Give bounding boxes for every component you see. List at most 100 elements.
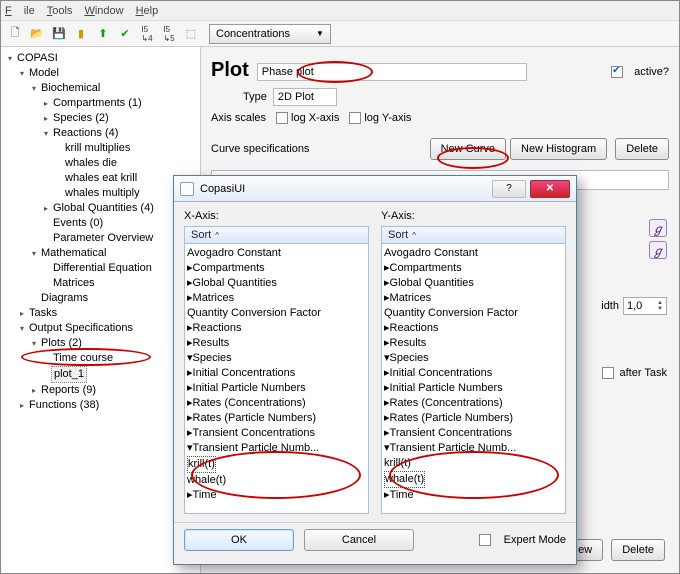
- y-item-transp[interactable]: Transient Particle Numb...: [390, 441, 517, 456]
- x-item-initpart[interactable]: Initial Particle Numbers: [193, 381, 306, 396]
- tree-r2[interactable]: whales die: [63, 156, 119, 171]
- export-icon[interactable]: ⬆: [93, 24, 113, 44]
- is1-icon[interactable]: I5↳4: [137, 24, 157, 44]
- logy-label: log Y-axis: [364, 112, 411, 124]
- y-item-compartments[interactable]: Compartments: [390, 261, 462, 276]
- tree-tasks[interactable]: Tasks: [27, 306, 59, 321]
- after-task-checkbox[interactable]: [602, 367, 614, 379]
- logx-checkbox[interactable]: [276, 112, 288, 124]
- y-item-results[interactable]: Results: [390, 336, 427, 351]
- yaxis-sort-header[interactable]: Sort^: [381, 226, 566, 244]
- close-button[interactable]: ✕: [530, 180, 570, 198]
- y-item-initconc[interactable]: Initial Concentrations: [390, 366, 493, 381]
- delete-button[interactable]: Delete: [611, 539, 665, 561]
- help-button[interactable]: ?: [492, 180, 526, 198]
- y-item-qcf[interactable]: Quantity Conversion Factor: [384, 306, 518, 321]
- y-item-ratesp[interactable]: Rates (Particle Numbers): [390, 411, 513, 426]
- check-icon[interactable]: ✔: [115, 24, 135, 44]
- tree-reports[interactable]: Reports (9): [39, 383, 98, 398]
- x-item-species[interactable]: Species: [193, 351, 232, 366]
- y-item-matrices[interactable]: Matrices: [390, 291, 432, 306]
- menu-help[interactable]: Help: [136, 5, 159, 17]
- width-spinner[interactable]: 1,0▲▼: [623, 297, 667, 315]
- concentration-select[interactable]: Concentrations ▼: [209, 24, 331, 44]
- dialog-titlebar[interactable]: CopasiUI ? ✕: [174, 176, 576, 202]
- concentration-label: Concentrations: [216, 28, 290, 40]
- x-item-qcf[interactable]: Quantity Conversion Factor: [187, 306, 321, 321]
- y-item-time[interactable]: Time: [390, 488, 414, 503]
- yaxis-list[interactable]: Avogadro Constant ▸Compartments ▸Global …: [381, 244, 566, 514]
- tree-biochemical[interactable]: Biochemical: [39, 81, 102, 96]
- x-item-globalq[interactable]: Global Quantities: [193, 276, 277, 291]
- tree-species[interactable]: Species (2): [51, 111, 111, 126]
- xaxis-sort-header[interactable]: Sort^: [184, 226, 369, 244]
- delete-curve-button[interactable]: Delete: [615, 138, 669, 160]
- y-item-species[interactable]: Species: [390, 351, 429, 366]
- y-item-avogadro[interactable]: Avogadro Constant: [384, 246, 478, 261]
- tree-compartments[interactable]: Compartments (1): [51, 96, 144, 111]
- xaxis-list[interactable]: Avogadro Constant ▸Compartments ▸Global …: [184, 244, 369, 514]
- menu-window[interactable]: Window: [84, 5, 123, 17]
- y-item-reactions[interactable]: Reactions: [390, 321, 439, 336]
- tree-reactions[interactable]: Reactions (4): [51, 126, 120, 141]
- tree-model[interactable]: Model: [27, 66, 61, 81]
- nav-tree[interactable]: ▾COPASI ▾Model ▾Biochemical ▸Compartment…: [1, 47, 201, 573]
- open-icon[interactable]: 📂: [27, 24, 47, 44]
- tree-paramover[interactable]: Parameter Overview: [51, 231, 155, 246]
- x-item-avogadro[interactable]: Avogadro Constant: [187, 246, 281, 261]
- type-input[interactable]: [273, 88, 337, 106]
- tree-mathematical[interactable]: Mathematical: [39, 246, 108, 261]
- y-item-initpart[interactable]: Initial Particle Numbers: [390, 381, 503, 396]
- y-item-ratesc[interactable]: Rates (Concentrations): [390, 396, 503, 411]
- y-item-whale[interactable]: whale(t): [384, 471, 425, 488]
- new-curve-button[interactable]: New Curve: [430, 138, 506, 160]
- cancel-button[interactable]: Cancel: [304, 529, 414, 551]
- tree-plots[interactable]: Plots (2): [39, 336, 84, 351]
- x-item-reactions[interactable]: Reactions: [193, 321, 242, 336]
- x-item-time[interactable]: Time: [193, 488, 217, 503]
- logy-checkbox[interactable]: [349, 112, 361, 124]
- x-item-ratesp[interactable]: Rates (Particle Numbers): [193, 411, 316, 426]
- x-item-transp[interactable]: Transient Particle Numb...: [193, 441, 320, 456]
- x-item-krill[interactable]: krill(t): [187, 456, 216, 473]
- tree-events[interactable]: Events (0): [51, 216, 105, 231]
- x-item-whale[interactable]: whale(t): [187, 473, 226, 488]
- new-histogram-button[interactable]: New Histogram: [510, 138, 607, 160]
- y-item-krill[interactable]: krill(t): [384, 456, 411, 471]
- tree-globalq[interactable]: Global Quantities (4): [51, 201, 156, 216]
- save-icon[interactable]: 💾: [49, 24, 69, 44]
- tree-diagrams[interactable]: Diagrams: [39, 291, 90, 306]
- plot-heading: Plot: [211, 59, 249, 82]
- tree-outputspec[interactable]: Output Specifications: [27, 321, 135, 336]
- menu-file[interactable]: File: [5, 5, 35, 17]
- x-item-matrices[interactable]: Matrices: [193, 291, 235, 306]
- active-checkbox[interactable]: [611, 66, 623, 78]
- menu-tools[interactable]: Tools: [47, 5, 73, 17]
- is2-icon[interactable]: I5↳5: [159, 24, 179, 44]
- x-item-results[interactable]: Results: [193, 336, 230, 351]
- object-browser-icon-2[interactable]: ℊ: [649, 241, 667, 259]
- x-item-initconc[interactable]: Initial Concentrations: [193, 366, 296, 381]
- tree-timecourse[interactable]: Time course: [51, 351, 115, 366]
- y-item-transc[interactable]: Transient Concentrations: [390, 426, 513, 441]
- tree-matrices[interactable]: Matrices: [51, 276, 97, 291]
- expert-mode-checkbox[interactable]: [479, 534, 491, 546]
- x-item-ratesc[interactable]: Rates (Concentrations): [193, 396, 306, 411]
- tree-root[interactable]: COPASI: [15, 51, 60, 66]
- ok-button[interactable]: OK: [184, 529, 294, 551]
- x-item-compartments[interactable]: Compartments: [193, 261, 265, 276]
- tree-plot1[interactable]: plot_1: [51, 366, 87, 383]
- x-item-transc[interactable]: Transient Concentrations: [193, 426, 316, 441]
- logx-label: log X-axis: [291, 112, 339, 124]
- tree-r4[interactable]: whales multiply: [63, 186, 142, 201]
- plot-name-input[interactable]: [257, 63, 527, 81]
- tree-r3[interactable]: whales eat krill: [63, 171, 139, 186]
- y-item-globalq[interactable]: Global Quantities: [390, 276, 474, 291]
- slider-icon[interactable]: ⬚: [181, 24, 201, 44]
- new-file-icon[interactable]: 🗋: [5, 24, 25, 44]
- db-icon[interactable]: ▮: [71, 24, 91, 44]
- object-browser-icon[interactable]: ℊ: [649, 219, 667, 237]
- tree-functions[interactable]: Functions (38): [27, 398, 101, 413]
- tree-diffeq[interactable]: Differential Equation: [51, 261, 154, 276]
- tree-r1[interactable]: krill multiplies: [63, 141, 132, 156]
